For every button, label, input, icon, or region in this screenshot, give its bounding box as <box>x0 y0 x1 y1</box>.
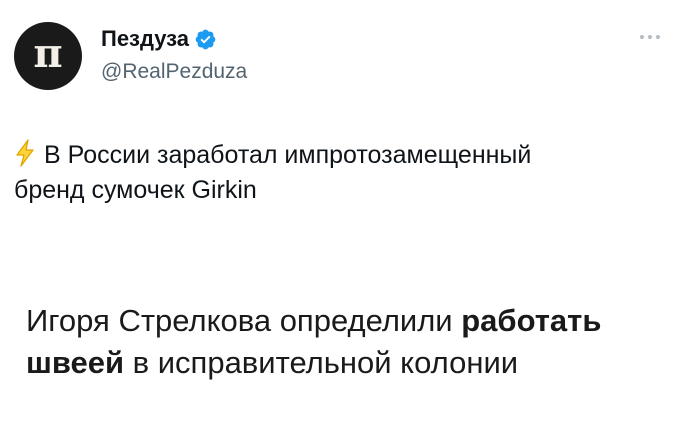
verified-badge-icon <box>194 28 217 51</box>
tweet-text: В России заработал импротозамещенный бре… <box>14 138 664 208</box>
headline-part-1: Игоря Стрелкова определили <box>26 303 462 338</box>
more-dot <box>656 35 660 39</box>
tweet-line-1: В России заработал импротозамещенный <box>44 141 532 169</box>
author-handle[interactable]: @RealPezduza <box>101 60 247 84</box>
author-name-row: Пездуза <box>101 26 217 52</box>
avatar-logo: п <box>33 30 63 77</box>
tweet-line-2: бренд сумочек Girkin <box>14 176 257 204</box>
headline-part-2: в исправительной колонии <box>124 345 519 380</box>
quoted-headline: Игоря Стрелкова определили работать швее… <box>26 300 666 384</box>
more-dot <box>648 35 652 39</box>
more-options-icon[interactable] <box>628 26 672 48</box>
headline-bold-2: швеей <box>26 345 125 380</box>
tweet-card: п Пездуза @RealPezduza В России заработа… <box>0 0 680 428</box>
more-dot <box>640 35 644 39</box>
avatar[interactable]: п <box>14 22 82 90</box>
author-display-name[interactable]: Пездуза <box>101 26 189 52</box>
lightning-icon <box>14 139 36 167</box>
headline-bold-1: работать <box>461 303 602 338</box>
